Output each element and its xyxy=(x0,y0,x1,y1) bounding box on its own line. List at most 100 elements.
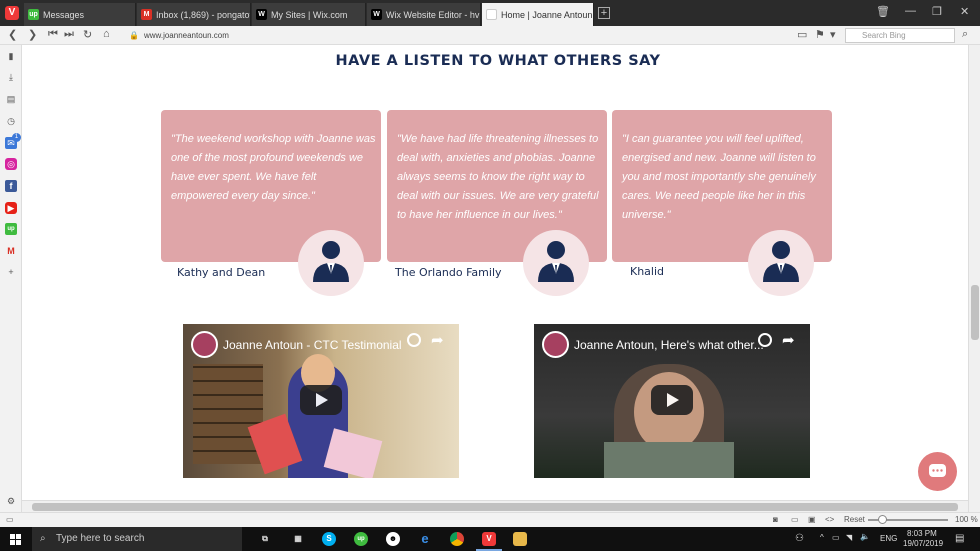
trash-icon[interactable]: 🗑 xyxy=(876,5,890,18)
url-field[interactable]: 🔒 www.joanneantoun.com xyxy=(125,28,833,43)
watch-later-icon[interactable] xyxy=(407,333,421,347)
vivaldi-logo-icon[interactable]: V xyxy=(5,6,19,20)
tab-messages[interactable]: up Messages xyxy=(24,3,136,26)
edge-icon[interactable]: e xyxy=(418,532,432,546)
wix-icon: W xyxy=(371,9,382,20)
bookmark-icon[interactable]: ▭ xyxy=(797,28,807,41)
tile-icon[interactable]: ▭ xyxy=(791,515,799,524)
clock-date[interactable]: 19/07/2019 xyxy=(903,539,943,548)
youtube-icon[interactable]: ▶ xyxy=(5,202,17,214)
fast-forward-icon[interactable]: ⏭ xyxy=(64,28,74,41)
channel-avatar[interactable] xyxy=(191,331,218,358)
chrome-icon[interactable] xyxy=(450,532,464,546)
windows-taskbar: ⌕ Type here to search ⧉ ▦ S up ☻ e V ⚇ ^… xyxy=(0,527,980,551)
settings-gear-icon[interactable]: ⚙ xyxy=(5,495,17,507)
tab-wix-editor[interactable]: W Wix Website Editor - hvrso xyxy=(367,3,481,26)
instagram-icon[interactable]: ◎ xyxy=(5,158,17,170)
browser-status-bar: ▭ ◙ ▭ ▣ <> Reset 100 % xyxy=(0,512,980,527)
camera-icon[interactable]: ◙ xyxy=(773,515,778,524)
task-view-icon[interactable]: ⧉ xyxy=(258,532,272,546)
youtube-video-embed[interactable]: Joanne Antoun - CTC Testimonial ➦ xyxy=(183,324,459,478)
share-icon[interactable]: ➦ xyxy=(431,331,444,349)
browser-tab-bar: V up Messages M Inbox (1,869) - pongatot… xyxy=(0,0,980,26)
volume-icon[interactable]: 🔈 xyxy=(860,532,870,541)
image-icon[interactable]: ▣ xyxy=(808,515,816,524)
add-panel-icon[interactable]: + xyxy=(5,266,17,278)
zoom-slider-handle[interactable] xyxy=(878,515,887,524)
bookmarks-panel-icon[interactable]: ▮ xyxy=(5,50,17,62)
battery-icon[interactable]: ▭ xyxy=(832,533,840,542)
chat-button[interactable] xyxy=(918,452,957,491)
tray-chevron-icon[interactable]: ^ xyxy=(820,533,824,542)
dropdown-chevron-icon[interactable]: ▾ xyxy=(830,28,836,41)
gmail-icon[interactable]: M xyxy=(5,245,17,257)
video-title[interactable]: Joanne Antoun - CTC Testimonial xyxy=(223,338,402,352)
new-tab-button[interactable]: + xyxy=(598,7,610,19)
rewind-icon[interactable]: ⏮ xyxy=(48,28,58,41)
calculator-icon[interactable]: ▦ xyxy=(291,532,305,546)
history-icon[interactable]: ◷ xyxy=(5,115,17,127)
video-title[interactable]: Joanne Antoun, Here's what other... xyxy=(574,338,764,352)
youtube-video-embed[interactable]: Joanne Antoun, Here's what other... ➦ xyxy=(534,324,810,478)
upwork-icon[interactable]: up xyxy=(5,223,17,235)
network-icon[interactable]: ◥ xyxy=(846,533,852,542)
panel-toggle-icon[interactable]: ▭ xyxy=(6,515,14,524)
testimonial-author: Khalid xyxy=(630,265,665,278)
language-indicator[interactable]: ENG xyxy=(880,534,897,543)
testimonial-quote: "We have had life threatening illnesses … xyxy=(397,133,599,221)
file-explorer-icon[interactable] xyxy=(513,532,527,546)
windows-start-icon[interactable] xyxy=(10,533,22,545)
channel-avatar[interactable] xyxy=(542,331,569,358)
reset-zoom-button[interactable]: Reset xyxy=(844,515,865,524)
person-avatar-icon xyxy=(748,230,814,296)
gmail-icon: M xyxy=(141,9,152,20)
upwork-icon: up xyxy=(28,9,39,20)
testimonial-author: The Orlando Family xyxy=(395,266,502,279)
taskbar-search-input[interactable]: ⌕ Type here to search xyxy=(32,527,242,551)
testimonial-quote: "The weekend workshop with Joanne was on… xyxy=(171,133,376,202)
scroll-thumb[interactable] xyxy=(971,285,979,340)
person-avatar-icon xyxy=(298,230,364,296)
vertical-scrollbar[interactable] xyxy=(968,45,980,512)
page-icon xyxy=(486,9,497,20)
forward-icon[interactable]: ❯ xyxy=(28,28,37,41)
horizontal-scrollbar[interactable] xyxy=(22,500,968,512)
play-button[interactable] xyxy=(651,385,693,415)
restore-icon[interactable]: ❐ xyxy=(932,5,942,18)
tab-inbox[interactable]: M Inbox (1,869) - pongatot12 xyxy=(137,3,251,26)
back-icon[interactable]: ❮ xyxy=(8,28,17,41)
mail-badge: 1 xyxy=(12,133,21,142)
zoom-level: 100 % xyxy=(955,515,978,524)
code-icon[interactable]: <> xyxy=(825,515,834,524)
tab-my-sites[interactable]: W My Sites | Wix.com xyxy=(252,3,366,26)
close-icon[interactable]: ✕ xyxy=(960,5,969,18)
play-button[interactable] xyxy=(300,385,342,415)
tab-home-active[interactable]: Home | Joanne Antoun Co xyxy=(482,3,594,26)
chat-bubble-icon xyxy=(929,464,946,477)
scroll-thumb[interactable] xyxy=(32,503,958,511)
minimize-icon[interactable]: — xyxy=(905,5,916,17)
cat-app-icon[interactable]: ☻ xyxy=(386,532,400,546)
downloads-icon[interactable]: ⤓ xyxy=(5,71,17,83)
upwork-icon[interactable]: up xyxy=(354,532,368,546)
person-avatar-icon xyxy=(523,230,589,296)
notes-icon[interactable]: ▤ xyxy=(5,93,17,105)
share-icon[interactable]: ➦ xyxy=(782,331,795,349)
browser-side-panel: ▮ ⤓ ▤ ◷ ✉ 1 ◎ f ▶ up M + ⚙ xyxy=(0,45,22,512)
watch-later-icon[interactable] xyxy=(758,333,772,347)
search-icon[interactable]: ⌕ xyxy=(962,28,968,41)
vivaldi-icon[interactable]: V xyxy=(482,532,496,546)
people-icon[interactable]: ⚇ xyxy=(795,533,804,544)
testimonial-author: Kathy and Dean xyxy=(177,266,266,279)
search-input[interactable]: Search Bing xyxy=(845,28,955,43)
clock-time[interactable]: 8:03 PM xyxy=(907,529,937,538)
bookshelf-image xyxy=(193,364,263,464)
notifications-icon[interactable]: ▤ xyxy=(955,533,964,544)
facebook-icon[interactable]: f xyxy=(5,180,17,192)
bookmark-flag-icon[interactable]: ⚑ xyxy=(815,28,825,41)
clothing-image xyxy=(604,442,734,478)
home-icon[interactable]: ⌂ xyxy=(103,28,110,40)
skype-icon[interactable]: S xyxy=(322,532,336,546)
web-page: HAVE A LISTEN TO WHAT OTHERS SAY "The we… xyxy=(22,45,968,500)
reload-icon[interactable]: ↻ xyxy=(83,28,92,41)
